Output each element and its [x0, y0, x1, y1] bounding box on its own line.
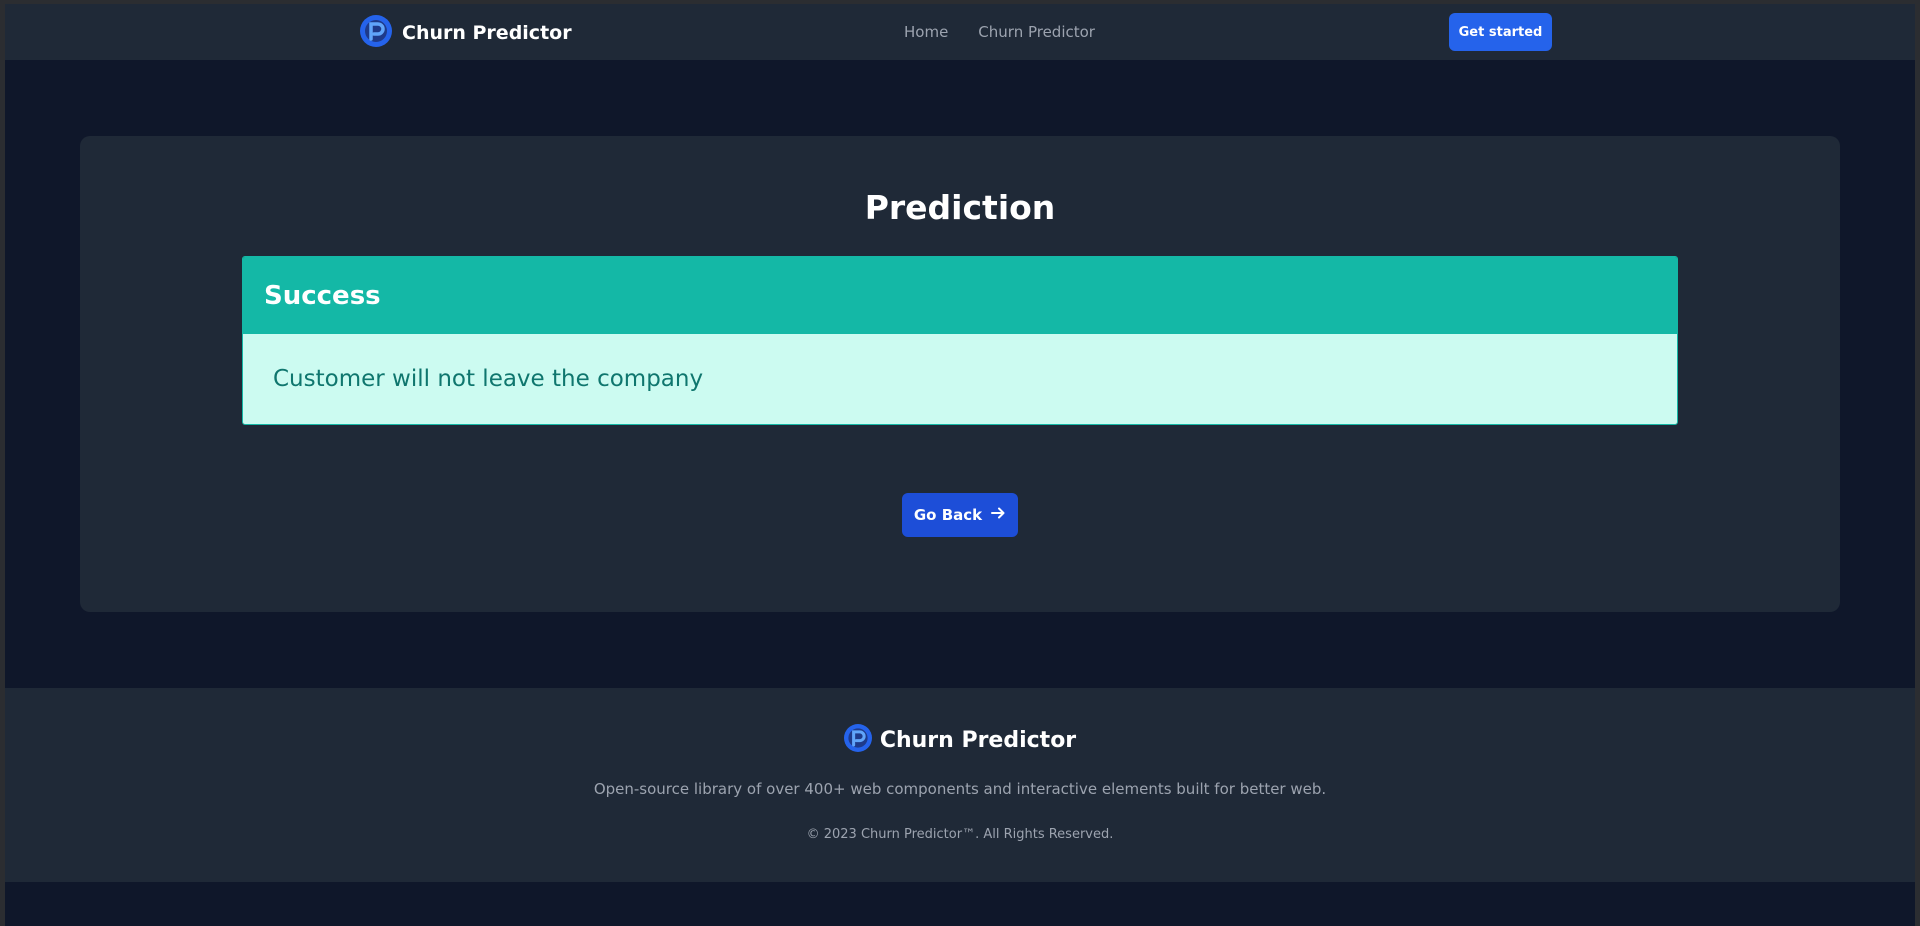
go-back-label: Go Back — [913, 506, 983, 524]
arrow-right-icon — [990, 505, 1006, 525]
churn-logo-icon — [843, 724, 872, 756]
footer-brand-name: Churn Predictor — [879, 727, 1077, 753]
churn-logo-icon — [360, 15, 392, 51]
footer-brand[interactable]: Churn Predictor — [5, 724, 1915, 756]
footer-copyright: © 2023 Churn Predictor™. All Rights Rese… — [806, 827, 1114, 842]
brand-name: Churn Predictor — [402, 22, 572, 44]
go-back-button[interactable]: Go Back — [902, 493, 1018, 537]
page-title: Prediction — [864, 188, 1056, 227]
nav-links: Home Churn Predictor — [904, 23, 1095, 41]
top-navbar: Churn Predictor Home Churn Predictor Get… — [5, 0, 1915, 60]
footer-description: Open-source library of over 400+ web com… — [593, 780, 1327, 798]
brand[interactable]: Churn Predictor — [360, 15, 572, 51]
alert-message: Customer will not leave the company — [243, 334, 1677, 424]
get-started-button[interactable]: Get started — [1449, 13, 1552, 51]
alert-heading: Success — [243, 257, 1677, 334]
prediction-card: Prediction Success Customer will not lea… — [80, 136, 1840, 612]
nav-link-churn-predictor[interactable]: Churn Predictor — [978, 23, 1095, 41]
nav-link-home[interactable]: Home — [904, 23, 948, 41]
footer: Churn Predictor Open-source library of o… — [5, 688, 1915, 882]
success-alert: Success Customer will not leave the comp… — [242, 256, 1678, 425]
